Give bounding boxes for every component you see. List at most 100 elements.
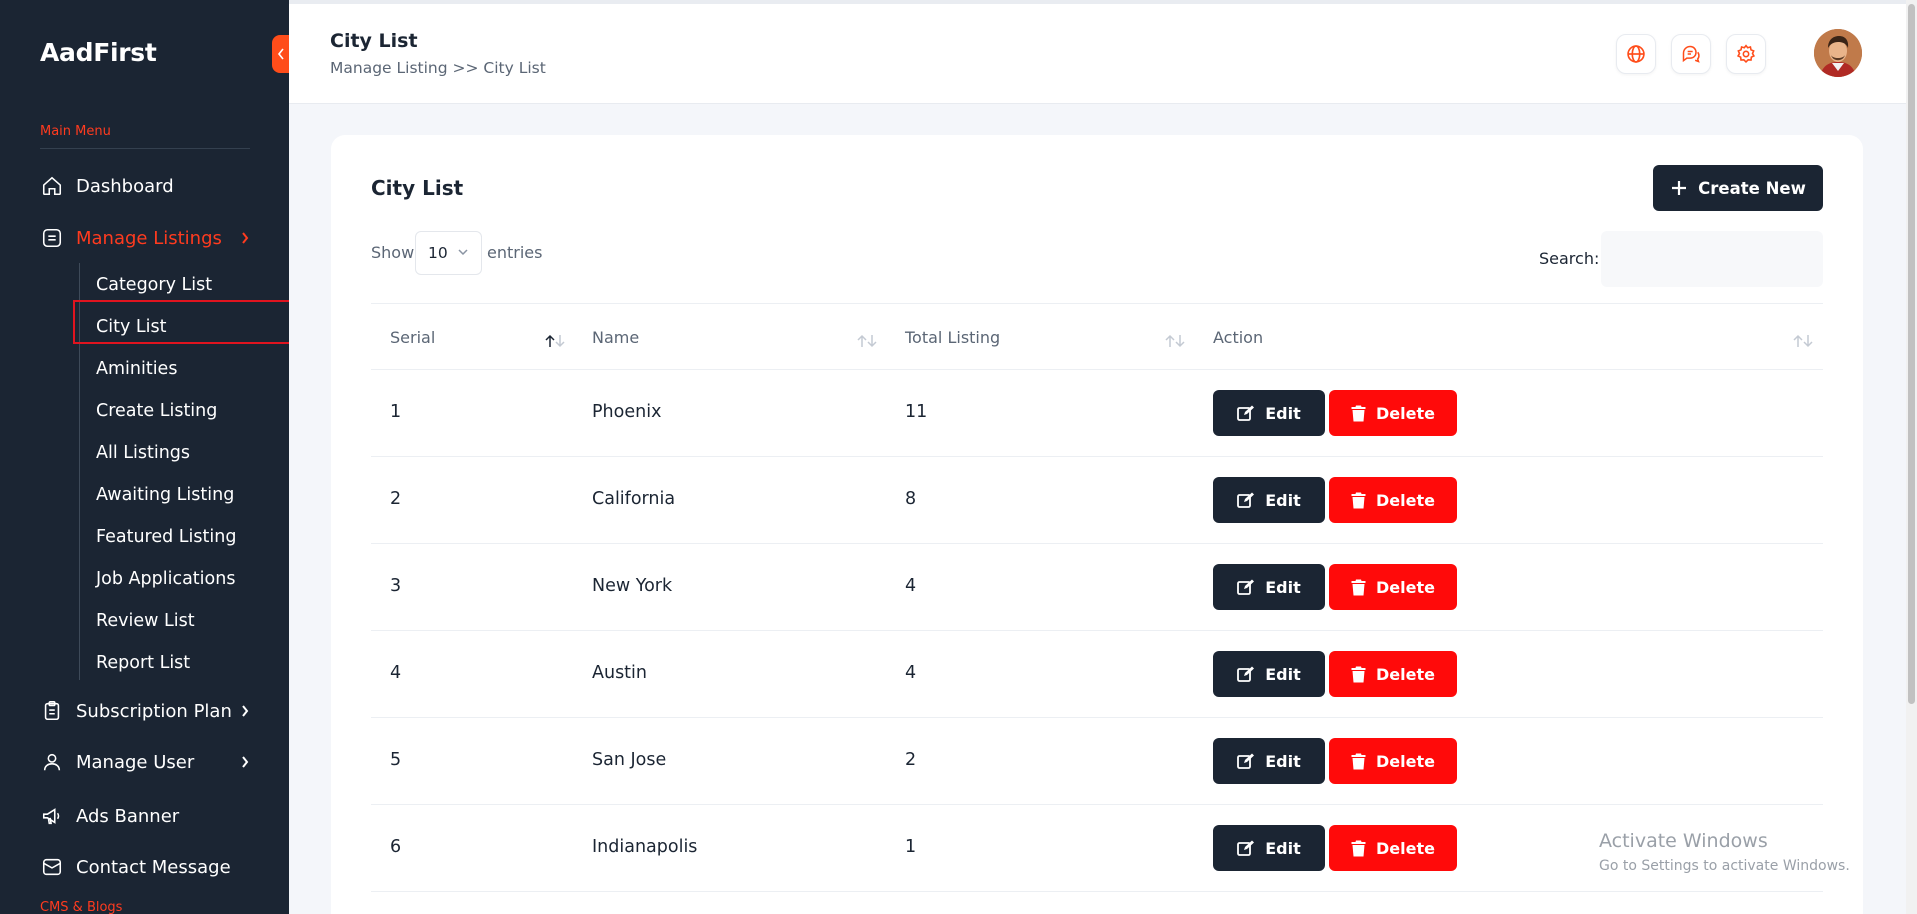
trash-icon xyxy=(1351,405,1366,421)
edit-button[interactable]: Edit xyxy=(1213,738,1325,784)
messages-button[interactable] xyxy=(1671,34,1711,74)
cell-name: Indianapolis xyxy=(592,837,698,857)
chevron-right-icon xyxy=(238,231,252,245)
edit-icon xyxy=(1237,405,1255,421)
sidebar-collapse-button[interactable] xyxy=(272,35,289,73)
sidebar-subitem-awaiting-listing[interactable]: Awaiting Listing xyxy=(96,485,234,505)
cell-name: California xyxy=(592,489,676,509)
trash-icon xyxy=(1351,492,1366,508)
search-label: Search: xyxy=(1539,249,1600,268)
sidebar-item-manage-listings[interactable]: Manage Listings xyxy=(40,223,222,253)
delete-button[interactable]: Delete xyxy=(1329,564,1457,610)
delete-button[interactable]: Delete xyxy=(1329,825,1457,871)
edit-icon xyxy=(1237,753,1255,769)
edit-button[interactable]: Edit xyxy=(1213,390,1325,436)
show-label: Show xyxy=(371,243,415,262)
delete-label: Delete xyxy=(1376,577,1435,597)
main-menu-label: Main Menu xyxy=(40,124,111,139)
sidebar-subitem-job-applications[interactable]: Job Applications xyxy=(96,569,235,589)
sort-icon[interactable] xyxy=(855,334,879,348)
cell-name: Austin xyxy=(592,663,647,683)
table-header: Serial Name Total Listing Action xyxy=(371,303,1823,370)
create-new-button[interactable]: Create New xyxy=(1653,165,1823,211)
edit-icon xyxy=(1237,492,1255,508)
edit-label: Edit xyxy=(1265,490,1301,510)
sort-icon[interactable] xyxy=(543,334,567,348)
megaphone-icon xyxy=(40,804,64,828)
delete-button[interactable]: Delete xyxy=(1329,738,1457,784)
scrollbar-thumb[interactable] xyxy=(1908,4,1915,704)
sidebar-item-label: Contact Message xyxy=(76,856,231,878)
sidebar: AadFirst Main Menu Dashboard Manage List… xyxy=(0,0,289,914)
delete-label: Delete xyxy=(1376,403,1435,423)
sidebar-item-dashboard[interactable]: Dashboard xyxy=(40,171,174,201)
avatar[interactable] xyxy=(1814,29,1862,77)
table-row: 3 New York 4 Edit Delete xyxy=(371,544,1823,631)
sort-icon[interactable] xyxy=(1791,334,1815,348)
mail-icon xyxy=(40,855,64,879)
edit-label: Edit xyxy=(1265,664,1301,684)
breadcrumb: Manage Listing >> City List xyxy=(330,59,546,77)
cell-total-listing: 4 xyxy=(905,576,917,596)
sidebar-item-manage-user[interactable]: Manage User xyxy=(40,747,194,777)
brand-logo[interactable]: AadFirst xyxy=(40,38,157,67)
list-icon xyxy=(40,226,64,250)
cell-name: New York xyxy=(592,576,673,596)
edit-label: Edit xyxy=(1265,751,1301,771)
edit-icon xyxy=(1237,666,1255,682)
user-avatar-icon xyxy=(1814,29,1862,77)
gear-icon xyxy=(1736,44,1756,64)
sort-icon[interactable] xyxy=(1163,334,1187,348)
delete-button[interactable]: Delete xyxy=(1329,651,1457,697)
chat-icon xyxy=(1682,45,1700,63)
sidebar-item-contact-message[interactable]: Contact Message xyxy=(40,852,231,882)
header: City List Manage Listing >> City List xyxy=(289,4,1906,104)
sidebar-subitem-report-list[interactable]: Report List xyxy=(96,653,190,673)
cell-serial: 5 xyxy=(390,750,402,770)
plus-icon xyxy=(1672,181,1687,195)
divider xyxy=(40,148,250,149)
edit-button[interactable]: Edit xyxy=(1213,651,1325,697)
entries-select[interactable]: 10 xyxy=(415,231,482,275)
edit-icon xyxy=(1237,579,1255,595)
sidebar-subitem-all-listings[interactable]: All Listings xyxy=(96,443,190,463)
edit-button[interactable]: Edit xyxy=(1213,564,1325,610)
edit-button[interactable]: Edit xyxy=(1213,825,1325,871)
cms-blogs-label: CMS & Blogs xyxy=(40,900,123,914)
cell-serial: 4 xyxy=(390,663,402,683)
page-scrollbar[interactable] xyxy=(1906,0,1917,914)
column-header-name[interactable]: Name xyxy=(592,328,639,347)
column-header-total-listing[interactable]: Total Listing xyxy=(905,328,1000,347)
column-header-serial[interactable]: Serial xyxy=(390,328,435,347)
delete-button[interactable]: Delete xyxy=(1329,390,1457,436)
sidebar-subitem-featured-listing[interactable]: Featured Listing xyxy=(96,527,236,547)
sidebar-item-label: Manage Listings xyxy=(76,227,222,249)
sidebar-subitem-aminities[interactable]: Aminities xyxy=(96,359,177,379)
trash-icon xyxy=(1351,840,1366,856)
sidebar-item-label: Manage User xyxy=(76,751,195,773)
settings-button[interactable] xyxy=(1726,34,1766,74)
sidebar-subitem-category-list[interactable]: Category List xyxy=(96,275,212,295)
cell-serial: 2 xyxy=(390,489,402,509)
cell-total-listing: 1 xyxy=(905,837,917,857)
sidebar-item-subscription-plan[interactable]: Subscription Plan xyxy=(40,696,232,726)
card-title: City List xyxy=(371,176,464,200)
home-icon xyxy=(40,174,64,198)
cell-total-listing: 11 xyxy=(905,402,928,422)
create-new-label: Create New xyxy=(1698,178,1806,198)
chevron-left-icon xyxy=(277,48,284,60)
user-icon xyxy=(40,750,64,774)
sidebar-item-label: Subscription Plan xyxy=(76,700,232,722)
entries-value: 10 xyxy=(428,244,448,262)
edit-button[interactable]: Edit xyxy=(1213,477,1325,523)
globe-icon xyxy=(1627,45,1645,63)
delete-button[interactable]: Delete xyxy=(1329,477,1457,523)
sidebar-item-ads-banner[interactable]: Ads Banner xyxy=(40,801,179,831)
sidebar-subitem-review-list[interactable]: Review List xyxy=(96,611,195,631)
search-input[interactable] xyxy=(1601,231,1823,287)
sidebar-subitem-create-listing[interactable]: Create Listing xyxy=(96,401,217,421)
column-header-action: Action xyxy=(1213,328,1264,347)
language-button[interactable] xyxy=(1616,34,1656,74)
delete-label: Delete xyxy=(1376,664,1435,684)
cell-name: San Jose xyxy=(592,750,667,770)
